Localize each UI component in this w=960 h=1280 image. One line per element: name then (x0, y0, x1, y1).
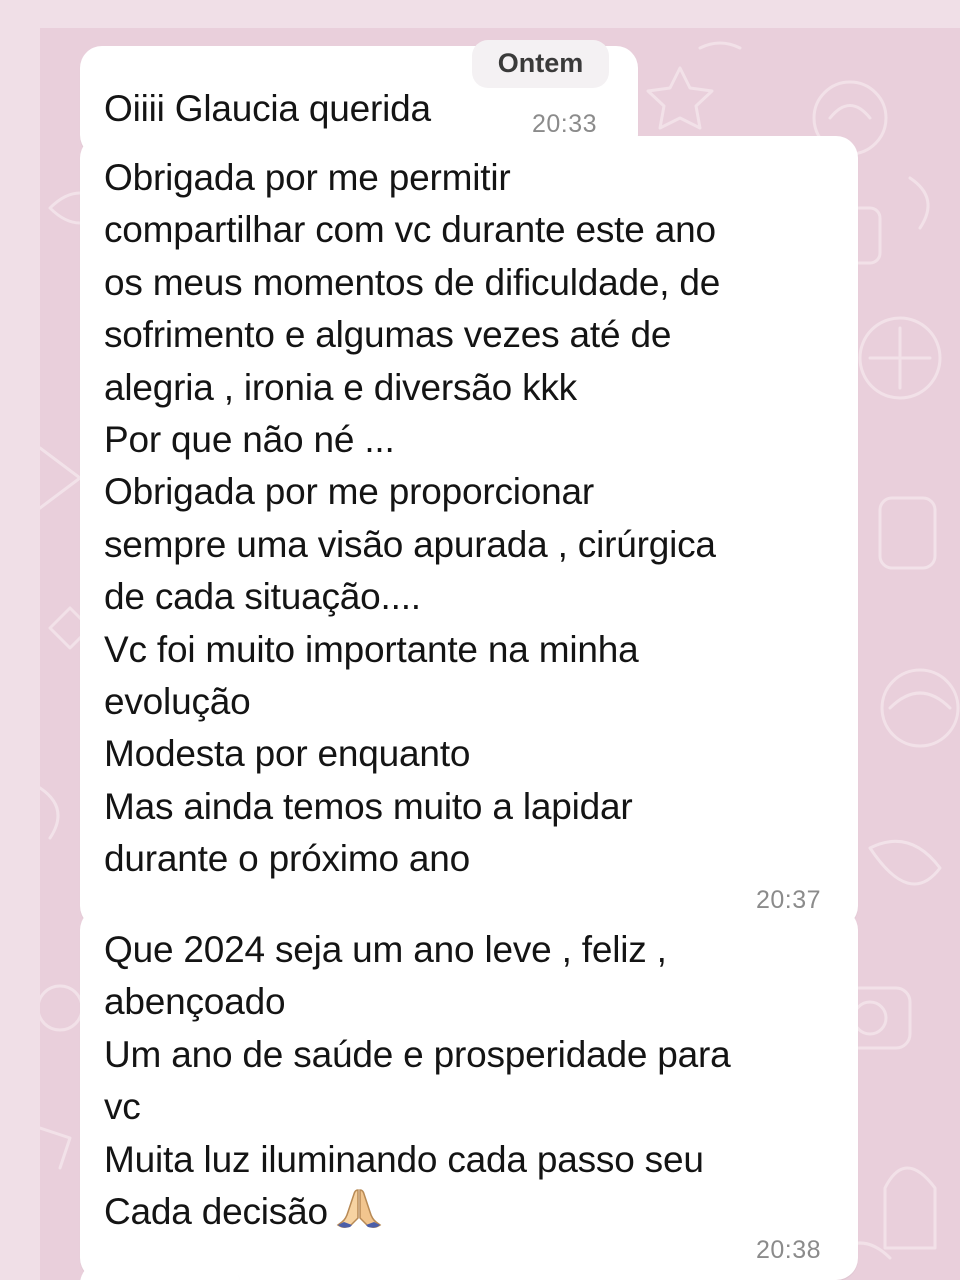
message-text-2: Obrigada por me permitir compartilhar co… (104, 157, 721, 880)
date-separator-chip: Ontem (472, 40, 609, 88)
message-bubble-2[interactable]: Obrigada por me permitir compartilhar co… (80, 136, 858, 928)
message-text-3-content: Que 2024 seja um ano leve , feliz , aben… (104, 929, 731, 1233)
folded-hands-icon (336, 1186, 382, 1244)
chat-wallpaper[interactable]: Oiiii Glaucia querida 20:33 Ontem Obriga… (40, 28, 960, 1280)
message-bubble-partial[interactable] (80, 1262, 240, 1280)
message-text-1: Oiiii Glaucia querida (104, 88, 431, 129)
message-text-3: Que 2024 seja um ano leve , feliz , aben… (104, 924, 844, 1244)
message-time-3: 20:38 (756, 1236, 822, 1264)
message-time-1: 20:33 (532, 110, 598, 138)
message-bubble-3[interactable]: Que 2024 seja um ano leve , feliz , aben… (80, 908, 858, 1280)
